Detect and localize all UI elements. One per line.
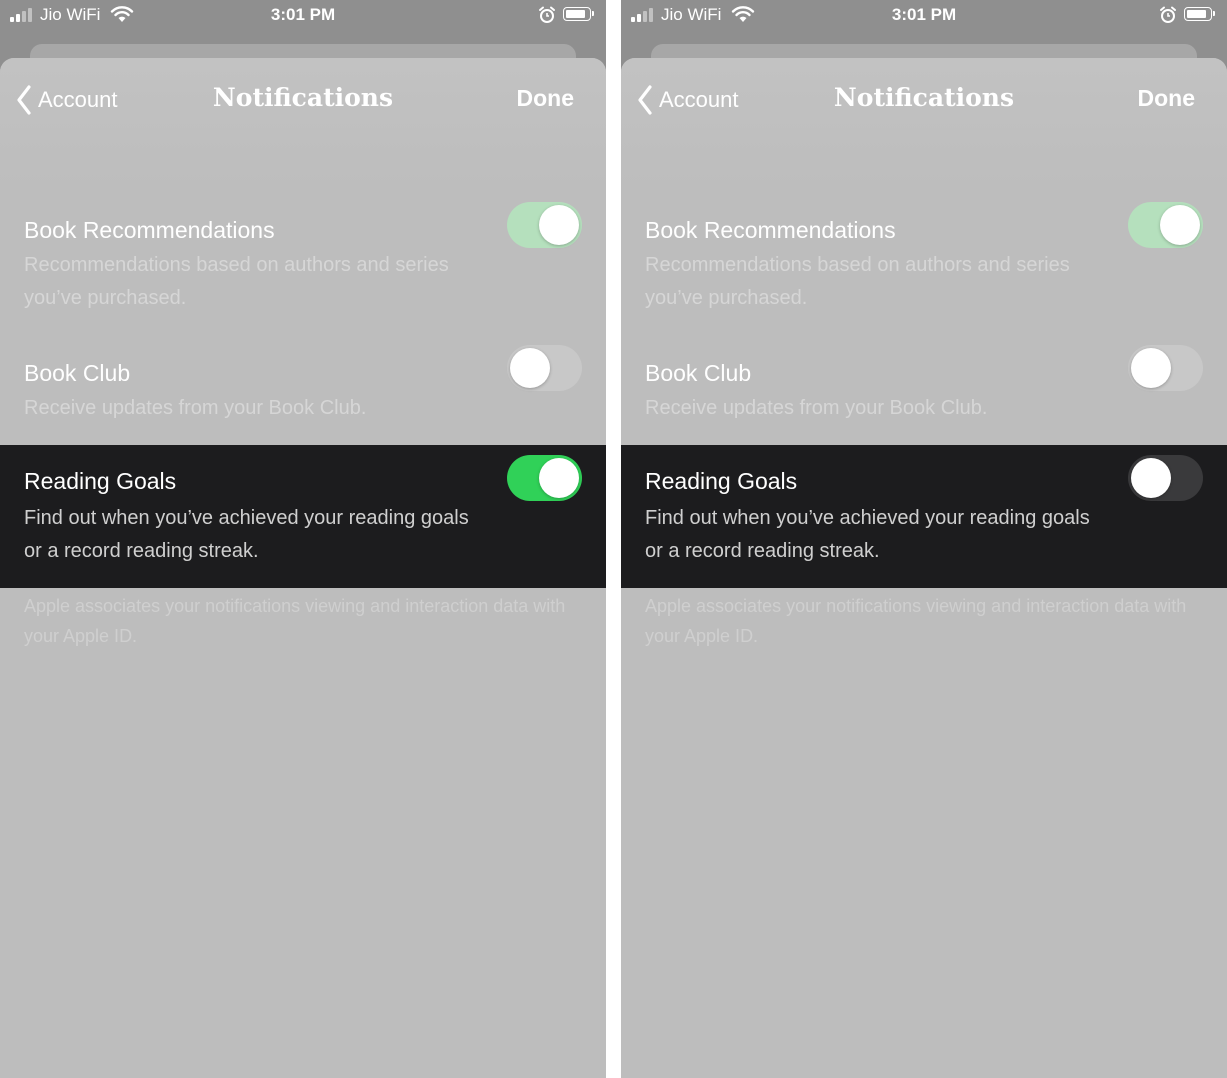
status-bar: Jio WiFi 3:01 PM bbox=[0, 0, 606, 36]
privacy-footer: Apple associates your notifications view… bbox=[24, 596, 566, 646]
setting-title: Book Recommendations bbox=[24, 217, 275, 243]
setting-title: Reading Goals bbox=[645, 468, 798, 494]
book-club-toggle[interactable] bbox=[507, 345, 582, 391]
setting-title: Reading Goals bbox=[24, 468, 177, 494]
setting-title: Book Club bbox=[645, 360, 752, 386]
setting-title: Book Club bbox=[24, 360, 131, 386]
setting-row-book-club: Book Club Receive updates from your Book… bbox=[621, 331, 1227, 445]
setting-description: Receive updates from your Book Club. bbox=[24, 397, 367, 419]
setting-description: Receive updates from your Book Club. bbox=[645, 397, 988, 419]
battery-icon bbox=[1184, 7, 1215, 21]
book-recommendations-toggle[interactable] bbox=[507, 202, 582, 248]
setting-row-book-club: Book Club Receive updates from your Book… bbox=[0, 331, 606, 445]
book-recommendations-toggle[interactable] bbox=[1128, 202, 1203, 248]
notifications-sheet: Account Notifications Done Book Recommen… bbox=[621, 58, 1227, 1078]
page-title: Notifications bbox=[833, 83, 1015, 112]
status-bar: Jio WiFi 3:01 PM bbox=[621, 0, 1227, 36]
screen-left: Jio WiFi 3:01 PM Account Notifications D… bbox=[0, 0, 606, 1078]
alarm-icon bbox=[1160, 6, 1176, 23]
done-button[interactable]: Done bbox=[517, 85, 575, 112]
alarm-icon bbox=[539, 6, 555, 23]
setting-description: Recommendations based on authors and ser… bbox=[645, 254, 1070, 309]
setting-row-reading-goals: Reading Goals Find out when you’ve achie… bbox=[0, 445, 606, 588]
setting-row-book-recommendations: Book Recommendations Recommendations bas… bbox=[0, 188, 606, 331]
setting-row-reading-goals: Reading Goals Find out when you’ve achie… bbox=[621, 445, 1227, 588]
book-club-toggle[interactable] bbox=[1128, 345, 1203, 391]
navigation-bar: Account Notifications Done bbox=[0, 58, 606, 188]
battery-icon bbox=[563, 7, 594, 21]
navigation-bar: Account Notifications Done bbox=[621, 58, 1227, 188]
reading-goals-toggle[interactable] bbox=[507, 455, 582, 501]
screen-right: Jio WiFi 3:01 PM Account Notifications D… bbox=[621, 0, 1227, 1078]
done-button[interactable]: Done bbox=[1138, 85, 1196, 112]
reading-goals-toggle[interactable] bbox=[1128, 455, 1203, 501]
setting-description: Find out when you’ve achieved your readi… bbox=[24, 507, 469, 562]
page-title: Notifications bbox=[212, 83, 394, 112]
notifications-sheet: Account Notifications Done Book Recommen… bbox=[0, 58, 606, 1078]
clock: 3:01 PM bbox=[891, 5, 957, 24]
setting-description: Find out when you’ve achieved your readi… bbox=[645, 507, 1090, 562]
privacy-footer: Apple associates your notifications view… bbox=[645, 596, 1187, 646]
setting-description: Recommendations based on authors and ser… bbox=[24, 254, 449, 309]
setting-row-book-recommendations: Book Recommendations Recommendations bas… bbox=[621, 188, 1227, 331]
setting-title: Book Recommendations bbox=[645, 217, 896, 243]
clock: 3:01 PM bbox=[270, 5, 336, 24]
